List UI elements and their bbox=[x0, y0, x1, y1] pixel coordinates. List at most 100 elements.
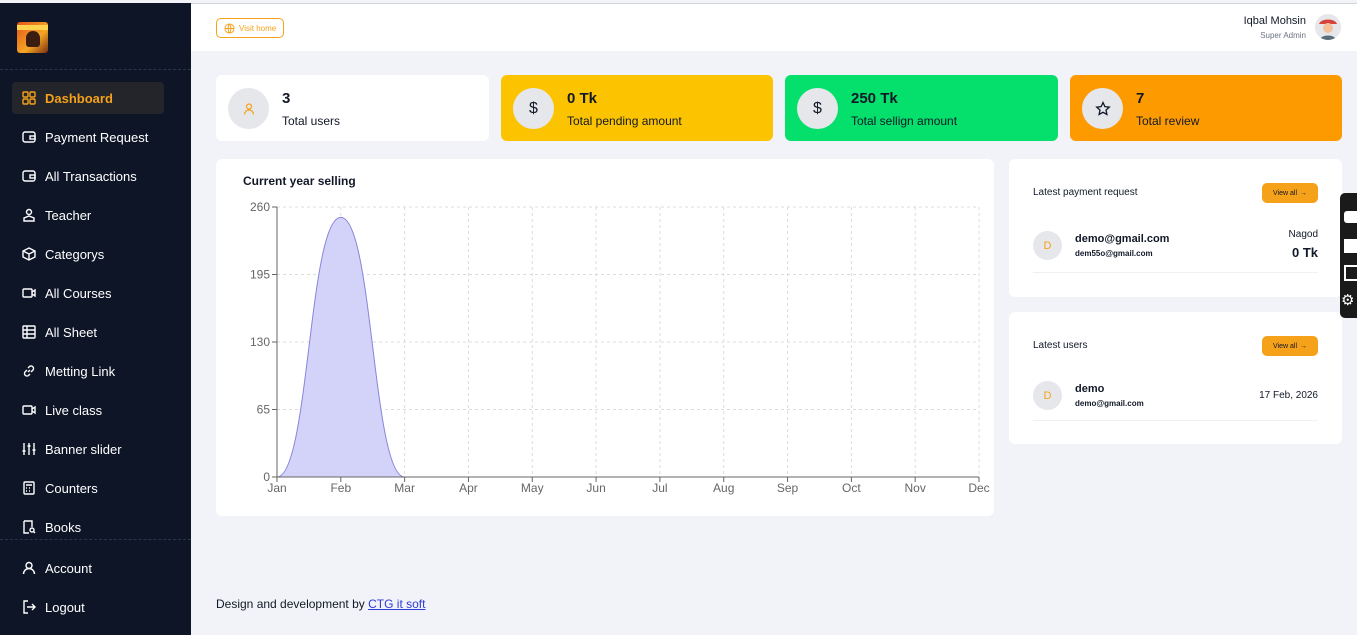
avatar[interactable] bbox=[1315, 14, 1341, 40]
view-all-payments-button[interactable]: View all → bbox=[1262, 183, 1318, 203]
sidebar-item-categorys[interactable]: Categorys bbox=[12, 238, 164, 270]
stat-value: 3 bbox=[282, 90, 291, 107]
sidebar-item-account[interactable]: Account bbox=[12, 552, 164, 584]
sliders-icon bbox=[22, 443, 36, 455]
brand-logo[interactable] bbox=[17, 22, 48, 53]
x-tick-label: Nov bbox=[905, 481, 926, 495]
sidebar-item-label: Books bbox=[45, 519, 82, 535]
floating-toolbar[interactable]: ⚙ bbox=[1340, 193, 1357, 318]
table-icon bbox=[22, 325, 36, 339]
selling-chart-card: 0 65 130 195 260 Jan Feb Mar Apr May Jun Jul Aug Sep O… bbox=[216, 159, 994, 516]
x-tick-label: Jan bbox=[267, 481, 286, 495]
stat-label: Total review bbox=[1136, 114, 1200, 128]
row-divider bbox=[1033, 420, 1318, 421]
video-icon bbox=[22, 405, 36, 415]
sidebar-item-banner-slider[interactable]: Banner slider bbox=[12, 433, 164, 465]
visit-home-button[interactable]: Visit home bbox=[216, 18, 285, 38]
screen-icon[interactable] bbox=[1344, 239, 1357, 253]
view-all-users-button[interactable]: View all → bbox=[1262, 336, 1318, 356]
selling-chart: 065130195260Jan Feb Mar Apr May Jun Jul Aug Sep O… bbox=[250, 200, 990, 495]
x-tick-label: Jul bbox=[652, 481, 667, 495]
user-name: Iqbal Mohsin bbox=[1243, 15, 1306, 27]
visit-home-label: Visit home bbox=[239, 23, 277, 33]
payment-amount: 0 Tk bbox=[1291, 245, 1318, 260]
card-title: Latest payment request bbox=[1033, 187, 1138, 198]
footer: Design and development by CTG it soft bbox=[216, 597, 425, 611]
sidebar-item-label: Banner slider bbox=[45, 441, 122, 457]
wallet-icon bbox=[22, 131, 36, 143]
sidebar-item-all-courses[interactable]: All Courses bbox=[12, 277, 164, 309]
sidebar-item-label: Payment Request bbox=[45, 129, 149, 145]
stat-card-total-review: 7 Total review bbox=[1070, 75, 1342, 141]
dollar-icon: $ bbox=[513, 88, 554, 129]
view-all-label: View all bbox=[1273, 342, 1297, 350]
link-icon bbox=[23, 365, 35, 377]
y-tick-label: 130 bbox=[250, 335, 270, 349]
sidebar-item-logout[interactable]: Logout bbox=[12, 591, 164, 623]
dollar-icon: $ bbox=[797, 88, 838, 129]
globe-icon bbox=[224, 22, 235, 34]
top-bar: Visit home Iqbal Mohsin Super Admin bbox=[191, 3, 1357, 51]
sidebar-item-teacher[interactable]: Teacher bbox=[12, 199, 164, 231]
sidebar-item-label: Teacher bbox=[45, 207, 92, 223]
sidebar-item-label: All Sheet bbox=[45, 324, 98, 340]
row-avatar: D bbox=[1033, 231, 1062, 260]
box-icon bbox=[22, 247, 36, 261]
calculator-icon bbox=[23, 481, 35, 495]
stat-label: Total sellign amount bbox=[851, 114, 958, 128]
sidebar-item-label: Dashboard bbox=[45, 90, 113, 106]
sidebar-divider bbox=[0, 539, 191, 540]
chart-title: Current year selling bbox=[243, 174, 356, 188]
sidebar-item-label: All Transactions bbox=[45, 168, 137, 184]
x-tick-label: Oct bbox=[842, 481, 861, 495]
card-title: Latest users bbox=[1033, 340, 1088, 351]
wallet-icon bbox=[22, 170, 36, 182]
row-avatar: D bbox=[1033, 381, 1062, 410]
footer-text: Design and development by bbox=[216, 597, 369, 611]
sidebar-item-dashboard[interactable]: Dashboard bbox=[12, 82, 164, 114]
video-icon bbox=[22, 288, 36, 298]
teacher-icon bbox=[23, 208, 35, 222]
window-icon[interactable] bbox=[1344, 265, 1357, 281]
x-tick-label: May bbox=[521, 481, 544, 495]
latest-payment-card: Latest payment request View all → D demo… bbox=[1009, 159, 1342, 297]
x-tick-label: Apr bbox=[459, 481, 478, 495]
user-icon bbox=[22, 561, 36, 575]
stat-label: Total pending amount bbox=[567, 114, 682, 128]
sidebar-item-metting-link[interactable]: Metting Link bbox=[12, 355, 164, 387]
stat-card-total-users: 3 Total users bbox=[216, 75, 489, 141]
sidebar-item-label: Counters bbox=[45, 480, 98, 496]
sidebar-item-label: All Courses bbox=[45, 285, 112, 301]
sidebar-item-label: Metting Link bbox=[45, 363, 116, 379]
x-tick-label: Sep bbox=[777, 481, 799, 495]
star-icon bbox=[1082, 88, 1123, 129]
gear-icon[interactable]: ⚙ bbox=[1341, 293, 1357, 309]
stat-value: 7 bbox=[1136, 90, 1145, 107]
user-join-date: 17 Feb, 2026 bbox=[1259, 390, 1318, 401]
sidebar-item-payment-request[interactable]: Payment Request bbox=[12, 121, 164, 153]
y-tick-label: 65 bbox=[257, 403, 271, 417]
payment-sub-email: dem55o@gmail.com bbox=[1075, 249, 1153, 258]
x-tick-label: Jun bbox=[586, 481, 605, 495]
sidebar-item-live-class[interactable]: Live class bbox=[12, 394, 164, 426]
sidebar-item-all-sheet[interactable]: All Sheet bbox=[12, 316, 164, 348]
sidebar-item-label: Live class bbox=[45, 402, 103, 418]
book-search-icon bbox=[23, 520, 36, 534]
arrow-right-icon: → bbox=[1300, 342, 1307, 350]
stat-value: 0 Tk bbox=[567, 90, 598, 107]
stat-value: 250 Tk bbox=[851, 90, 898, 107]
payment-method: Nagod bbox=[1288, 229, 1318, 240]
sidebar-item-all-transactions[interactable]: All Transactions bbox=[12, 160, 164, 192]
area-fill bbox=[277, 217, 979, 477]
sidebar-divider bbox=[0, 69, 191, 70]
user-icon bbox=[228, 88, 269, 129]
camera-icon[interactable] bbox=[1344, 211, 1357, 223]
footer-link[interactable]: CTG it soft bbox=[368, 597, 425, 611]
x-tick-label: Dec bbox=[968, 481, 989, 495]
logout-icon bbox=[23, 600, 36, 614]
sidebar-item-counters[interactable]: Counters bbox=[12, 472, 164, 504]
arrow-right-icon: → bbox=[1300, 189, 1307, 197]
x-tick-label: Aug bbox=[713, 481, 734, 495]
payment-email: demo@gmail.com bbox=[1075, 233, 1170, 245]
user-role: Super Admin bbox=[1260, 31, 1306, 40]
